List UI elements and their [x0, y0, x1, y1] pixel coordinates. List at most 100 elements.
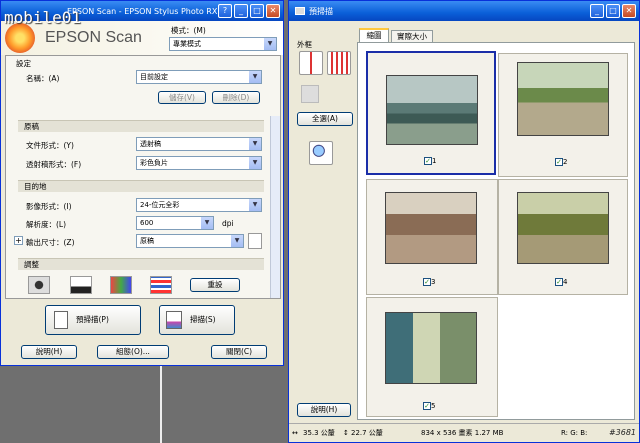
help-icon[interactable]: ?	[218, 4, 232, 18]
thumbnail-5[interactable]: ✓5	[366, 297, 498, 417]
delete-button[interactable]: 刪除(D)	[212, 91, 260, 104]
thumbnail-1-check[interactable]: ✓1	[424, 157, 436, 165]
thumbnail-5-check[interactable]: ✓5	[423, 402, 435, 410]
chevron-down-icon: ▼	[249, 199, 261, 211]
thumbnail-2-check[interactable]: ✓2	[555, 158, 567, 166]
eraser-icon[interactable]	[301, 85, 319, 103]
tone-curve-icon[interactable]	[110, 276, 132, 294]
checkbox-icon: ✓	[424, 157, 432, 165]
status-bar: ↔ 35.3 公釐 ↕ 22.7 公釐 834 x 536 畫素 1.27 MB…	[289, 423, 639, 442]
thumbnail-5-label: 5	[431, 402, 436, 410]
image-type-label: 影像形式：(I)	[26, 202, 72, 211]
unsharp-icon[interactable]	[28, 276, 50, 294]
height-arrow-icon: ↕	[343, 429, 349, 437]
minimize-icon[interactable]: _	[590, 4, 604, 18]
photo-5	[385, 312, 477, 384]
mode-select[interactable]: 專業模式 ▼	[169, 37, 277, 51]
destination-section-header: 目的地	[18, 180, 264, 192]
film-type-value: 彩色負片	[140, 159, 168, 167]
status-height: 22.7 公釐	[351, 429, 383, 437]
name-value: 目前設定	[140, 73, 168, 81]
reset-button[interactable]: 重設	[190, 278, 240, 292]
preview-window: 預掃描 _ □ ✕ 外框 全選(A) 說明(H) 縮圖 實際大小 ✓1 ✓2 ✓…	[288, 0, 640, 443]
scan-label: 掃描(S)	[190, 315, 216, 324]
resolution-value: 600	[140, 219, 154, 227]
film-type-label: 透射稿形式：(F)	[26, 160, 82, 169]
image-type-select[interactable]: 24-位元全彩 ▼	[136, 198, 262, 212]
tab-thumbnail[interactable]: 縮圖	[359, 28, 389, 42]
status-width: 35.3 公釐	[303, 429, 335, 437]
thumbnail-2-label: 2	[563, 158, 568, 166]
marquee-icon[interactable]	[327, 51, 351, 75]
histogram-icon[interactable]	[70, 276, 92, 294]
chevron-down-icon: ▼	[249, 71, 261, 83]
thumbnail-4-check[interactable]: ✓4	[555, 278, 567, 286]
resolution-select[interactable]: 600 ▼	[136, 216, 214, 230]
photo-3	[385, 192, 477, 264]
adjust-section-header: 調整	[18, 258, 264, 270]
maximize-icon[interactable]: □	[606, 4, 620, 18]
minimize-icon[interactable]: _	[234, 4, 248, 18]
auto-locate-icon[interactable]	[299, 51, 323, 75]
checkbox-icon: ✓	[423, 402, 431, 410]
help-button[interactable]: 說明(H)	[297, 403, 351, 417]
thumbnail-4[interactable]: ✓4	[498, 179, 628, 295]
frame-label: 外框	[297, 40, 312, 49]
background-line	[160, 366, 162, 443]
zoom-icon[interactable]	[309, 141, 333, 165]
thumbnail-3[interactable]: ✓3	[366, 179, 498, 295]
film-type-select[interactable]: 彩色負片 ▼	[136, 156, 262, 170]
save-button[interactable]: 儲存(V)	[158, 91, 206, 104]
preview-button[interactable]: 預掃描(P)	[45, 305, 141, 335]
flower-logo-icon	[5, 23, 35, 53]
watermark-tag: #3681	[608, 428, 636, 437]
mode-value: 專業模式	[173, 40, 201, 48]
mode-label: 模式：(M)	[171, 26, 206, 35]
checkbox-icon: ✓	[555, 278, 563, 286]
resolution-unit: dpi	[222, 219, 234, 228]
mobile01-logo: mobile01	[4, 8, 82, 27]
thumbnail-3-check[interactable]: ✓3	[423, 278, 435, 286]
tab-actual-size[interactable]: 實際大小	[391, 30, 433, 42]
scanner-icon	[295, 7, 305, 15]
epson-scan-window: EPSON Scan - EPSON Stylus Photo RX510 ? …	[0, 0, 284, 366]
preview-titlebar[interactable]: 預掃描 _ □ ✕	[289, 1, 639, 21]
chevron-down-icon: ▼	[249, 138, 261, 150]
thumbnail-panel: ✓1 ✓2 ✓3 ✓4 ✓5	[357, 42, 635, 420]
close-icon[interactable]: ✕	[622, 4, 636, 18]
rotate-icon[interactable]	[248, 233, 262, 249]
name-select[interactable]: 目前設定 ▼	[136, 70, 262, 84]
output-size-select[interactable]: 原稿 ▼	[136, 234, 244, 248]
close-button[interactable]: 關閉(C)	[211, 345, 267, 359]
doc-type-label: 文件形式：(Y)	[26, 141, 74, 150]
doc-type-value: 透射稿	[140, 140, 161, 148]
close-icon[interactable]: ✕	[266, 4, 280, 18]
select-all-button[interactable]: 全選(A)	[297, 112, 353, 126]
scan-button[interactable]: 掃描(S)	[159, 305, 235, 335]
config-button[interactable]: 組態(O)...	[97, 345, 169, 359]
name-label: 名稱：(A)	[26, 74, 60, 83]
maximize-icon[interactable]: □	[250, 4, 264, 18]
doc-type-select[interactable]: 透射稿 ▼	[136, 137, 262, 151]
chevron-down-icon: ▼	[201, 217, 213, 229]
thumbnail-2[interactable]: ✓2	[498, 53, 628, 177]
status-rgb: R: G: B:	[561, 429, 588, 437]
preview-label: 預掃描(P)	[76, 315, 109, 324]
photo-1	[386, 75, 478, 145]
status-pixels: 834 x 536 畫素 1.27 MB	[421, 429, 504, 437]
checkbox-icon: ✓	[423, 278, 431, 286]
scan-document-icon	[166, 311, 182, 329]
thumbnail-1-label: 1	[432, 157, 437, 165]
width-arrow-icon: ↔	[292, 429, 298, 437]
thumbnail-3-label: 3	[431, 278, 436, 286]
output-size-value: 原稿	[140, 237, 154, 245]
help-button[interactable]: 說明(H)	[21, 345, 77, 359]
settings-panel: 設定 名稱：(A) 目前設定 ▼ 儲存(V) 刪除(D) 原稿 文件形式：(Y) …	[5, 55, 281, 299]
settings-scrollbar[interactable]	[270, 116, 280, 298]
original-section-header: 原稿	[18, 120, 264, 132]
color-palette-icon[interactable]	[150, 276, 172, 294]
thumbnail-1[interactable]: ✓1	[366, 51, 496, 175]
settings-header: 設定	[16, 59, 31, 68]
expand-icon[interactable]: +	[14, 236, 23, 245]
chevron-down-icon: ▼	[231, 235, 243, 247]
